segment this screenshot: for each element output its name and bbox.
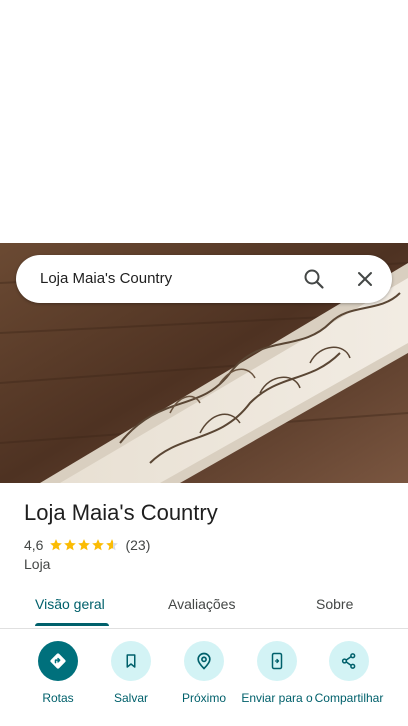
send-to-phone-icon	[257, 641, 297, 681]
directions-label: Rotas	[42, 691, 74, 705]
rating-row[interactable]: 4,6 (23)	[24, 536, 150, 554]
tab-overview[interactable]: Visão geral	[35, 596, 105, 612]
rating-value: 4,6	[24, 537, 44, 553]
send-to-phone-button[interactable]: Enviar para o	[241, 641, 313, 705]
tab-reviews[interactable]: Avaliações	[168, 596, 235, 612]
nearby-icon	[184, 641, 224, 681]
star-icon	[78, 539, 91, 551]
search-input[interactable]: Loja Maia's Country	[40, 270, 172, 287]
half-star-icon	[106, 539, 119, 551]
place-category: Loja	[24, 556, 51, 572]
save-button[interactable]: Salvar	[95, 641, 167, 705]
star-icon	[64, 539, 77, 551]
active-tab-indicator	[35, 623, 109, 626]
nearby-label: Próximo	[181, 691, 226, 705]
share-button[interactable]: Compartilhar	[313, 641, 385, 705]
search-bar[interactable]: Loja Maia's Country	[16, 255, 392, 303]
close-icon[interactable]	[353, 267, 377, 291]
directions-icon	[38, 641, 78, 681]
place-title: Loja Maia's Country	[24, 500, 218, 525]
bookmark-icon	[111, 641, 151, 681]
send-to-phone-label: Enviar para o	[241, 691, 313, 705]
review-count[interactable]: (23)	[125, 537, 150, 553]
star-icon	[50, 539, 63, 551]
search-icon[interactable]	[302, 267, 326, 291]
save-label: Salvar	[113, 691, 148, 705]
tab-about[interactable]: Sobre	[316, 596, 353, 612]
star-rating	[49, 538, 119, 552]
share-label: Compartilhar	[314, 691, 384, 705]
share-icon	[329, 641, 369, 681]
star-icon	[92, 539, 105, 551]
nearby-button[interactable]: Próximo	[168, 641, 240, 705]
map-area-blank	[0, 0, 408, 243]
directions-button[interactable]: Rotas	[22, 641, 94, 705]
